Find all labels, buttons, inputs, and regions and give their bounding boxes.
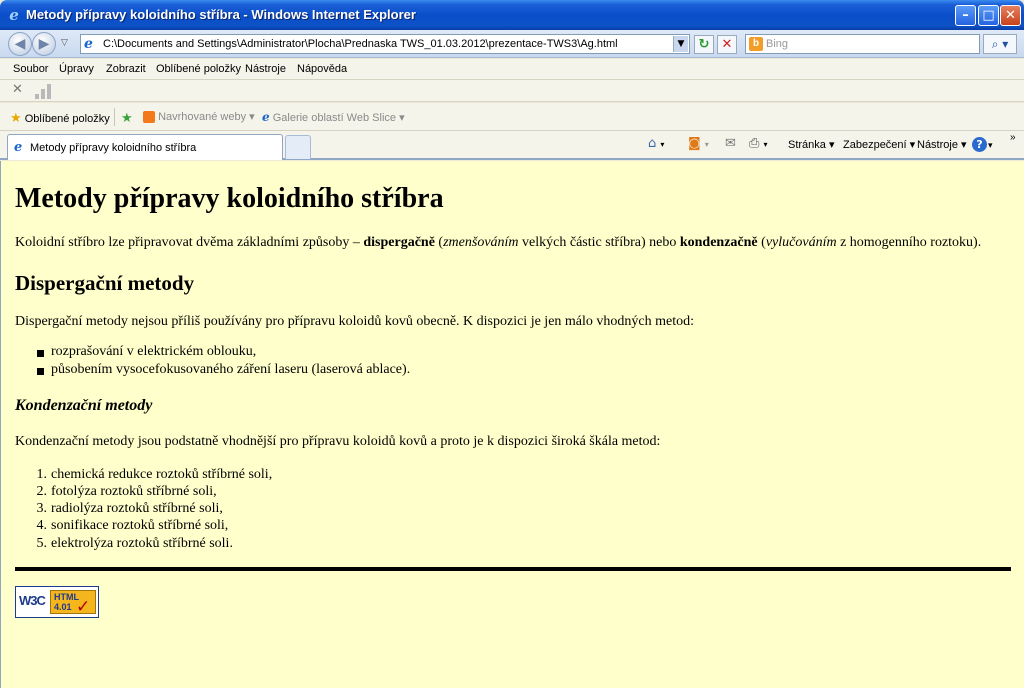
stop-button[interactable]: ✕ [717, 35, 737, 54]
refresh-button[interactable]: ↻ [694, 35, 714, 54]
list-item: radiolýza roztoků stříbrné soli, [51, 501, 223, 516]
extra-toolbar: ✕ [0, 80, 1024, 102]
page-title: Metody přípravy koloidního stříbra [15, 183, 444, 214]
tab-label: Metody přípravy koloidního stříbra [30, 142, 197, 154]
menu-bar: Soubor Úpravy Zobrazit Oblíbené položky … [0, 59, 1024, 80]
list-item: fotolýza roztoků stříbrné soli, [51, 484, 217, 499]
more-commands-icon[interactable]: » [1010, 132, 1016, 143]
bullet-icon [37, 368, 44, 375]
maximize-button[interactable]: □ [978, 5, 999, 26]
menu-edit[interactable]: Úpravy [59, 63, 94, 75]
page-icon: e [84, 36, 93, 52]
heading-condensation-methods: Kondenzační metody [15, 397, 153, 414]
list-number: 5. [36, 536, 48, 551]
print-icon[interactable]: ⎙ ▾ [749, 136, 768, 151]
bing-icon: b [749, 37, 763, 51]
address-field[interactable]: e C:\Documents and Settings\Administrato… [80, 34, 690, 54]
close-button[interactable]: ✕ [1000, 5, 1021, 26]
feeds-icon[interactable]: ◙ ▾ [688, 136, 709, 151]
web-slice-gallery-button[interactable]: e Galerie oblastí Web Slice ▾ [262, 110, 405, 124]
list-item: působením vysocefokusovaného záření lase… [51, 362, 411, 377]
list-item: chemická redukce roztoků stříbrné soli, [51, 467, 273, 482]
tools-menu[interactable]: Nástroje ▾ [917, 138, 967, 151]
help-icon[interactable]: ? [972, 137, 987, 152]
list-item: rozprašování v elektrickém oblouku, [51, 344, 257, 359]
list-number: 1. [36, 467, 48, 482]
menu-view[interactable]: Zobrazit [106, 63, 146, 75]
window-title: Metody přípravy koloidního stříbra - Win… [26, 7, 416, 22]
condensation-paragraph: Kondenzační metody jsou podstatně vhodně… [15, 434, 661, 449]
minimize-button[interactable]: – [955, 5, 976, 26]
close-toolbar-icon[interactable]: ✕ [12, 82, 23, 97]
page-content: Metody přípravy koloidního stříbra Koloi… [0, 161, 1024, 688]
list-item: elektrolýza roztoků stříbrné soli. [51, 536, 233, 551]
suggested-sites-button[interactable]: Navrhované weby ▾ [143, 110, 255, 124]
search-placeholder: Bing [766, 38, 789, 50]
star-icon: ★ [10, 110, 22, 125]
dispersion-paragraph: Dispergační metody nejsou příliš používá… [15, 314, 694, 329]
list-number: 2. [36, 484, 48, 499]
add-favorite-icon[interactable]: ★ [121, 110, 133, 126]
checkmark-icon: ✓ [76, 597, 91, 617]
suggested-sites-icon [143, 111, 155, 124]
address-dropdown-icon[interactable]: ▼ [673, 36, 688, 52]
menu-tools[interactable]: Nástroje [245, 63, 286, 75]
safety-menu[interactable]: Zabezpečení ▾ [843, 138, 915, 151]
page-menu[interactable]: Stránka ▾ [788, 138, 835, 151]
list-item: sonifikace roztoků stříbrné soli, [51, 518, 229, 533]
new-tab-button[interactable] [285, 135, 311, 159]
menu-help[interactable]: Nápověda [297, 63, 347, 75]
tab-active[interactable]: e Metody přípravy koloidního stříbra [7, 134, 283, 160]
forward-button[interactable]: ▶ [32, 32, 56, 56]
back-button[interactable]: ◀ [8, 32, 32, 56]
menu-file[interactable]: Soubor [13, 63, 48, 75]
address-toolbar: ◀ ▶ ▽ e C:\Documents and Settings\Admini… [0, 30, 1024, 58]
intro-paragraph: Koloidní stříbro lze připravovat dvěma z… [15, 235, 982, 250]
read-mail-icon[interactable]: ✉ [725, 136, 736, 151]
list-number: 3. [36, 501, 48, 516]
tab-bar: e Metody přípravy koloidního stříbra ⌂ ▾… [0, 131, 1024, 160]
address-url: C:\Documents and Settings\Administrator\… [103, 38, 618, 50]
browser-window: e Metody přípravy koloidního stříbra - W… [0, 0, 1024, 688]
search-input[interactable]: b Bing [745, 34, 980, 54]
signal-bars-icon [35, 83, 53, 99]
title-bar: e Metody přípravy koloidního stříbra - W… [0, 0, 1024, 30]
menu-favorites[interactable]: Oblíbené položky [156, 63, 241, 75]
search-button[interactable]: ⌕ ▾ [983, 34, 1017, 54]
ie-icon: e [262, 110, 270, 124]
horizontal-rule [15, 567, 1011, 571]
ie-app-icon: e [9, 6, 19, 24]
w3c-html401-badge[interactable]: W3C HTML 4.01 ✓ [15, 586, 99, 618]
bullet-icon [37, 350, 44, 357]
favorites-bar: ★ Oblíbené položky ★ Navrhované weby ▾ e… [0, 103, 1024, 131]
home-icon[interactable]: ⌂ ▾ [648, 136, 664, 151]
favorites-button[interactable]: ★ Oblíbené položky [10, 110, 110, 126]
help-dropdown-icon[interactable]: ▾ [988, 140, 993, 151]
tab-page-icon: e [14, 140, 23, 155]
heading-dispersion-methods: Dispergační metody [15, 271, 195, 295]
list-number: 4. [36, 518, 48, 533]
recent-pages-dropdown-icon[interactable]: ▽ [61, 38, 68, 48]
